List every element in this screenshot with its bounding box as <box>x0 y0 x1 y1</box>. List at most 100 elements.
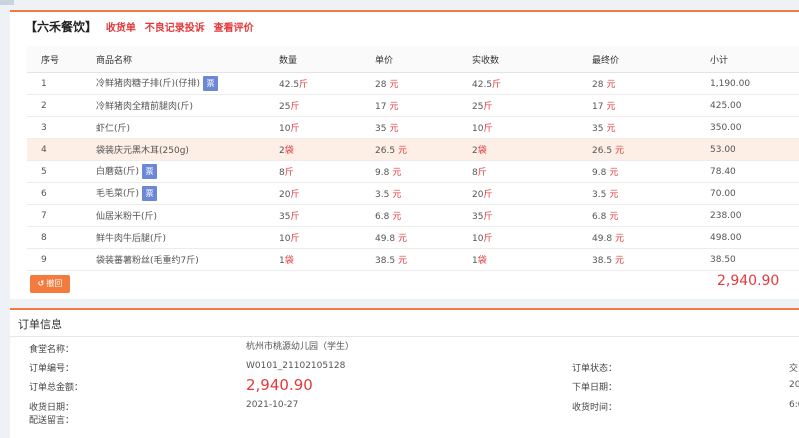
col-header-no: 序号 <box>27 46 96 73</box>
product-name: 鲜牛肉牛后腿(斤) <box>96 226 279 249</box>
complaint-link[interactable]: 不良记录投诉 <box>145 23 205 34</box>
canteen-label: 食堂名称： <box>29 345 75 355</box>
final-price: 26.5 元 <box>592 138 710 161</box>
withdraw-label: 撤回 <box>46 279 63 288</box>
row-number: 4 <box>27 138 96 161</box>
order-total-label: 订单总金额： <box>29 383 84 393</box>
received-quantity: 42.5斤 <box>472 72 592 95</box>
product-name: 冷鲜猪肉全精前腿肉(斤) <box>96 94 279 117</box>
subtotal: 350.00 <box>710 116 799 139</box>
order-panel: 【六禾餐饮】 收货单 不良记录投诉 查看评价 序号 商品名称 数量 单价 实收数… <box>10 10 799 299</box>
quantity: 25斤 <box>279 94 375 117</box>
quantity: 10斤 <box>279 226 375 249</box>
undo-icon: ↺ <box>37 279 45 288</box>
product-name: 袋装庆元黑木耳(250g) <box>96 138 279 161</box>
order-number-value: W0101_21102105128 <box>246 361 346 371</box>
withdraw-button[interactable]: ↺ 撤回 <box>30 275 70 293</box>
order-info-title: 订单信息 <box>18 318 62 331</box>
table-row: 6 毛毛菜(斤) 票 20斤 3.5 元 20斤 3.5 元 70.00 <box>27 182 799 205</box>
ticket-icon[interactable]: 票 <box>142 186 158 201</box>
table-header-row: 序号 商品名称 数量 单价 实收数 最终价 小计 <box>27 46 799 73</box>
unit-price: 26.5 元 <box>375 138 472 161</box>
row-number: 9 <box>27 248 96 271</box>
col-header-name: 商品名称 <box>96 46 279 73</box>
ticket-icon[interactable]: 票 <box>142 164 158 179</box>
col-header-received: 实收数 <box>472 46 592 73</box>
unit-price: 9.8 元 <box>375 160 472 183</box>
subtotal: 53.00 <box>710 138 799 161</box>
col-header-price: 单价 <box>375 46 472 73</box>
table-row: 1 冷鲜猪肉糖子排(斤)(仔排) 票 42.5斤 28 元 42.5斤 28 元 1,190.00 <box>27 72 799 95</box>
receipt-link[interactable]: 收货单 <box>106 23 136 34</box>
product-name: 仙居米粉干(斤) <box>96 204 279 227</box>
quantity: 42.5斤 <box>279 72 375 95</box>
receive-date-label: 收货日期： <box>29 403 75 413</box>
subtotal: 425.00 <box>710 94 799 117</box>
unit-price: 3.5 元 <box>375 182 472 205</box>
received-quantity: 8斤 <box>472 160 592 183</box>
quantity: 2袋 <box>279 138 375 161</box>
col-header-subtotal: 小计 <box>710 46 799 73</box>
product-name: 冷鲜猪肉糖子排(斤)(仔排) 票 <box>96 72 279 95</box>
received-quantity: 25斤 <box>472 94 592 117</box>
divider <box>10 336 799 337</box>
quantity: 35斤 <box>279 204 375 227</box>
order-date-label: 下单日期： <box>572 383 618 393</box>
review-link[interactable]: 查看评价 <box>214 23 254 34</box>
order-status-label: 订单状态： <box>572 364 618 374</box>
final-price: 38.5 元 <box>592 248 710 271</box>
row-number: 2 <box>27 94 96 117</box>
order-header: 【六禾餐饮】 收货单 不良记录投诉 查看评价 <box>25 17 254 37</box>
subtotal: 238.00 <box>710 204 799 227</box>
receive-time-value: 6:0 <box>789 400 799 410</box>
subtotal: 1,190.00 <box>710 72 799 95</box>
received-quantity: 20斤 <box>472 182 592 205</box>
order-items-table: 序号 商品名称 数量 单价 实收数 最终价 小计 1 冷鲜猪肉糖子排(斤)(仔排)… <box>27 46 799 271</box>
table-row: 8 鲜牛肉牛后腿(斤) 10斤 49.8 元 10斤 49.8 元 498.00 <box>27 226 799 249</box>
received-quantity: 10斤 <box>472 116 592 139</box>
final-price: 28 元 <box>592 72 710 95</box>
received-quantity: 35斤 <box>472 204 592 227</box>
grand-total: 2,940.90 <box>717 273 780 289</box>
row-number: 1 <box>27 72 96 95</box>
order-number-label: 订单编号： <box>29 364 75 374</box>
table-row: 2 冷鲜猪肉全精前腿肉(斤) 25斤 17 元 25斤 17 元 425.00 <box>27 94 799 117</box>
window-corner <box>0 0 14 5</box>
ticket-icon[interactable]: 票 <box>203 76 219 91</box>
table-row: 5 白蘑菇(斤) 票 8斤 9.8 元 8斤 9.8 元 78.40 <box>27 160 799 183</box>
product-name: 虾仁(斤) <box>96 116 279 139</box>
quantity: 1袋 <box>279 248 375 271</box>
order-total-value: 2,940.90 <box>246 376 313 394</box>
unit-price: 28 元 <box>375 72 472 95</box>
final-price: 6.8 元 <box>592 204 710 227</box>
received-quantity: 10斤 <box>472 226 592 249</box>
quantity: 20斤 <box>279 182 375 205</box>
delivery-note-label: 配送留言： <box>29 416 75 426</box>
table-row: 3 虾仁(斤) 10斤 35 元 10斤 35 元 350.00 <box>27 116 799 139</box>
order-info-panel: 订单信息 食堂名称： 杭州市桃源幼儿园（学生） 订单编号： W0101_2110… <box>10 308 799 438</box>
received-quantity: 2袋 <box>472 138 592 161</box>
receive-date-value: 2021-10-27 <box>246 400 299 410</box>
subtotal: 70.00 <box>710 182 799 205</box>
row-number: 8 <box>27 226 96 249</box>
row-number: 5 <box>27 160 96 183</box>
final-price: 17 元 <box>592 94 710 117</box>
canteen-value: 杭州市桃源幼儿园（学生） <box>246 342 355 352</box>
product-name: 毛毛菜(斤) 票 <box>96 182 279 205</box>
row-number: 3 <box>27 116 96 139</box>
final-price: 3.5 元 <box>592 182 710 205</box>
table-row: 9 袋装蕃薯粉丝(毛重约7斤) 1袋 38.5 元 1袋 38.5 元 38.50 <box>27 248 799 271</box>
subtotal: 498.00 <box>710 226 799 249</box>
unit-price: 35 元 <box>375 116 472 139</box>
subtotal: 38.50 <box>710 248 799 271</box>
quantity: 10斤 <box>279 116 375 139</box>
order-status-value: 交 <box>789 364 799 374</box>
product-name: 白蘑菇(斤) 票 <box>96 160 279 183</box>
receive-time-label: 收货时间： <box>572 403 618 413</box>
final-price: 49.8 元 <box>592 226 710 249</box>
quantity: 8斤 <box>279 160 375 183</box>
final-price: 35 元 <box>592 116 710 139</box>
col-header-qty: 数量 <box>279 46 375 73</box>
unit-price: 49.8 元 <box>375 226 472 249</box>
received-quantity: 1袋 <box>472 248 592 271</box>
